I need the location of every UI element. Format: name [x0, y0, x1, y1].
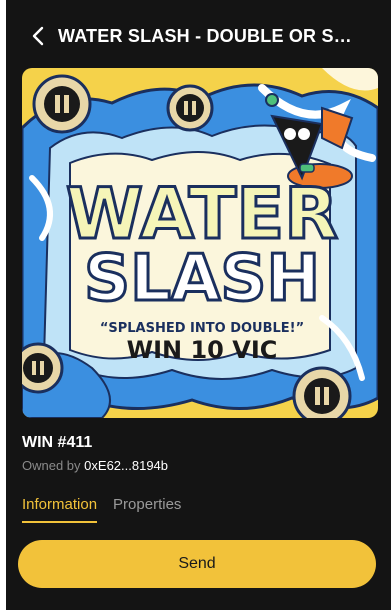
owner-line: Owned by 0xE62...8194b	[22, 458, 168, 473]
owner-label: Owned by	[22, 458, 81, 473]
tab-information[interactable]: Information	[22, 496, 98, 523]
nft-artwork: WATER SLASH “SPLASHED INTO DOUBLE!” WIN …	[22, 68, 378, 418]
header: WATER SLASH - DOUBLE OR SO...	[6, 14, 391, 58]
nft-name: WIN #411	[22, 434, 93, 451]
artwork-prize: WIN 10 VIC	[127, 336, 278, 364]
artwork-illustration: WATER SLASH “SPLASHED INTO DOUBLE!” WIN …	[22, 68, 378, 418]
back-button[interactable]	[18, 14, 58, 58]
tab-properties[interactable]: Properties	[113, 496, 181, 523]
tab-bar: Information Properties	[22, 496, 181, 523]
nft-detail-window: WATER SLASH - DOUBLE OR SO... WATER SLAS…	[6, 0, 391, 610]
page-title: WATER SLASH - DOUBLE OR SO...	[58, 25, 358, 46]
coin-icon	[166, 84, 214, 132]
coin-icon	[22, 342, 64, 394]
send-button[interactable]: Send	[18, 540, 376, 588]
owner-address[interactable]: 0xE62...8194b	[84, 458, 168, 473]
coin-icon	[292, 366, 352, 418]
headline-line2: SLASH	[84, 242, 320, 316]
artwork-quote: “SPLASHED INTO DOUBLE!”	[100, 321, 304, 336]
chevron-left-icon	[32, 26, 44, 46]
coin-icon	[32, 74, 92, 134]
